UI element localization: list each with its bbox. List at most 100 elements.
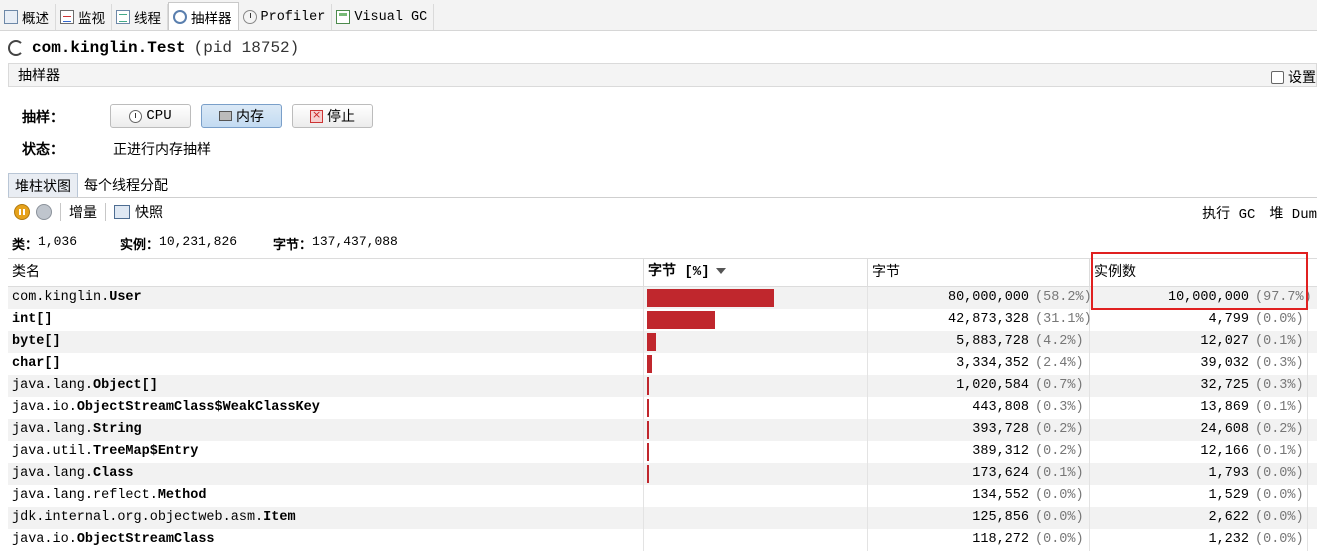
tab-per-thread-allocation[interactable]: 每个线程分配 [78,173,174,197]
instances-percent: (0.0%) [1255,510,1304,525]
instances-cell: 12,166 (0.1%) [1090,441,1308,463]
bytes-cell: 80,000,000 (58.2%) [868,287,1092,309]
bytes-cell: 134,552 (0.0%) [868,485,1090,507]
pause-icon[interactable] [14,204,30,220]
tab-monitor[interactable]: 监视 [56,4,112,30]
table-row[interactable]: java.lang.reflect.Method 134,552 (0.0%) 1,5… [8,485,1317,507]
column-instances[interactable]: 实例数 [1090,259,1308,286]
table-row[interactable]: java.util.TreeMap$Entry 389,312 (0.2%) 12,1… [8,441,1317,463]
classes-value: 1,036 [38,234,78,249]
table-row[interactable]: jdk.internal.org.objectweb.asm.Item 125,8… [8,507,1317,529]
instances-value: 10,000,000 [1167,290,1249,305]
status-value: 正进行内存抽样 [113,142,211,158]
class-name-cell: java.lang.String [8,419,644,441]
snapshot-button[interactable]: 快照 [135,202,163,222]
table-row[interactable]: java.lang.Object[] 1,020,584 (0.7%) 32,725 (… [8,375,1317,397]
memory-chip-icon [219,111,232,121]
tab-visual-gc[interactable]: Visual GC [332,4,435,30]
bytes-percent: (31.1%) [1035,312,1092,327]
class-simple-name: User [109,290,142,305]
column-bytes-percent[interactable]: 字节 [%] [644,259,868,286]
column-bytes[interactable]: 字节 [868,259,1090,286]
instances-cell: 4,799 (0.0%) [1090,309,1308,331]
table-row[interactable]: char[] 3,334,352 (2.4%) 39,032 (0.3%) [8,353,1317,375]
table-row[interactable]: byte[] 5,883,728 (4.2%) 12,027 (0.1%) [8,331,1317,353]
settings-toggle[interactable]: 设置 [1271,67,1316,87]
bytes-value: 173,624 [972,466,1029,481]
instances-value: 12,166 [1200,444,1249,459]
cpu-button-label: CPU [146,108,172,124]
bytes-value: 393,728 [972,422,1029,437]
tab-sampler[interactable]: 抽样器 [168,2,239,30]
table-row[interactable]: java.lang.Class 173,624 (0.1%) 1,793 (0.0%) [8,463,1317,485]
app-name: com.kinglin.Test [32,39,186,57]
bytes-percent: (0.3%) [1035,400,1084,415]
class-package: java.util. [12,444,94,459]
tab-label: 监视 [78,11,105,27]
table-header: 类名 字节 [%] 字节 实例数 [8,258,1317,287]
bytes-percent: (4.2%) [1035,334,1084,349]
tab-threads[interactable]: 线程 [112,4,168,30]
view-tab-bar: 概述 监视 线程 抽样器 Profiler Visual GC [0,0,1317,31]
bytes-value: 134,552 [972,488,1029,503]
bytes-label: 字节： [273,238,313,253]
instances-percent: (0.3%) [1255,378,1304,393]
sampler-header: 抽样器 设置 [8,63,1317,87]
instances-cell: 13,869 (0.1%) [1090,397,1308,419]
tab-label: 概述 [22,11,49,27]
class-package: java.lang. [12,378,94,393]
bytes-percent-cell [644,419,868,441]
tab-profiler[interactable]: Profiler [239,4,333,30]
delta-button[interactable]: 增量 [69,202,97,222]
class-name-cell: char[] [8,353,644,375]
perform-gc-button[interactable]: 执行 GC [1202,203,1255,223]
table-row[interactable]: java.io.ObjectStreamClass$WeakClassKey 44… [8,397,1317,419]
bytes-value: 80,000,000 [947,290,1029,305]
application-title: com.kinglin.Test (pid 18752) [8,36,299,60]
tab-heap-histogram[interactable]: 堆柱状图 [8,173,78,197]
instances-percent: (0.2%) [1255,422,1304,437]
class-simple-name: byte[] [12,334,61,349]
instances-value: 2,622 [1208,510,1249,525]
clock-icon [129,109,143,123]
toolbar-separator [60,203,61,221]
refresh-icon[interactable] [36,204,52,220]
bytes-share-bar [647,311,715,329]
bytes-cell: 3,334,352 (2.4%) [868,353,1090,375]
bytes-value: 3,334,352 [956,356,1029,371]
instances-value: 12,027 [1200,334,1249,349]
classes-label: 类： [12,238,39,253]
visual-gc-icon [336,10,351,24]
table-row[interactable]: java.io.ObjectStreamClass 118,272 (0.0%) 1,… [8,529,1317,551]
bytes-percent: (0.1%) [1035,466,1084,481]
column-class-name[interactable]: 类名 [8,259,644,286]
settings-checkbox[interactable] [1271,70,1284,84]
bytes-value: 5,883,728 [956,334,1029,349]
cpu-button[interactable]: CPU [110,104,191,128]
memory-button[interactable]: 内存 [201,104,282,128]
tab-label: 线程 [134,11,161,27]
instances-percent: (0.0%) [1255,488,1304,503]
class-name-cell: java.util.TreeMap$Entry [8,441,644,463]
table-body: com.kinglin.User 80,000,000 (58.2%) 10,000,… [8,287,1317,551]
heap-dump-button[interactable]: 堆 Dum [1269,203,1317,223]
tab-overview[interactable]: 概述 [0,4,56,30]
class-name-cell: jdk.internal.org.objectweb.asm.Item [8,507,644,529]
toolbar-separator [105,203,106,221]
bytes-value: 389,312 [972,444,1029,459]
instances-cell: 32,725 (0.3%) [1090,375,1308,397]
bytes-share-bar [647,421,649,439]
table-row[interactable]: java.lang.String 393,728 (0.2%) 24,608 (0.2%… [8,419,1317,441]
table-row[interactable]: com.kinglin.User 80,000,000 (58.2%) 10,000,… [8,287,1317,309]
stop-button[interactable]: 停止 [292,104,373,128]
class-name-cell: java.io.ObjectStreamClass [8,529,644,551]
bytes-percent: (0.7%) [1035,378,1084,393]
tab-label: Profiler [260,9,326,25]
class-package: java.lang.reflect. [12,488,158,503]
table-row[interactable]: int[] 42,873,328 (31.1%) 4,799 (0.0%) [8,309,1317,331]
instances-cell: 10,000,000 (97.7%) [1090,287,1312,309]
instances-value: 13,869 [1200,400,1249,415]
profiler-icon [242,10,257,24]
status-label: 状态： [22,142,64,158]
bytes-share-bar [647,443,649,461]
